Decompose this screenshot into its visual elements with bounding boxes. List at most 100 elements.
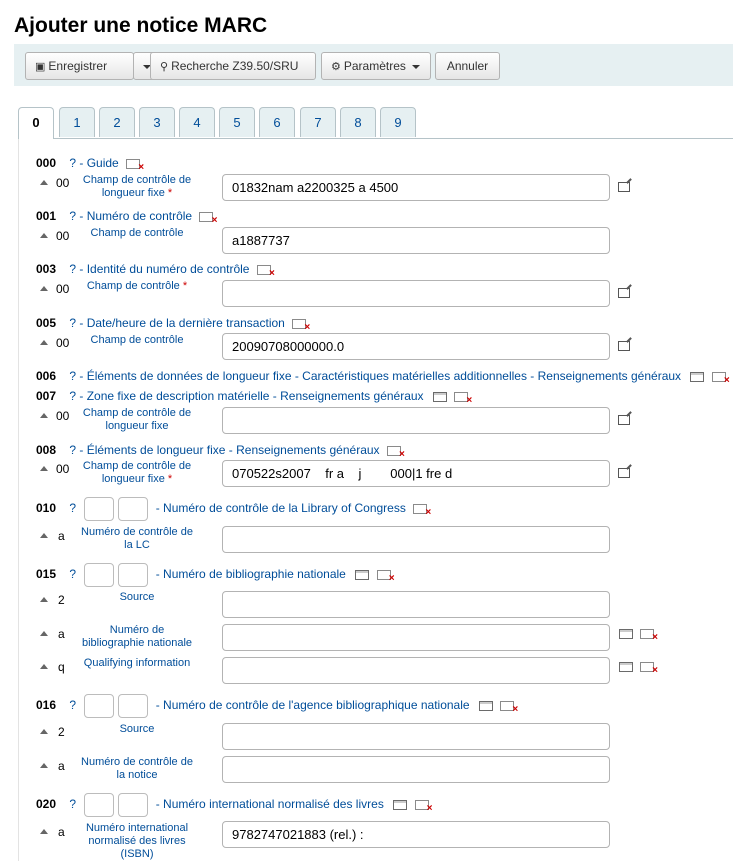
move-up-icon[interactable] xyxy=(40,729,48,734)
help-link[interactable]: ? xyxy=(69,567,76,581)
subfield-input[interactable] xyxy=(222,591,610,618)
repeat-field-icon[interactable] xyxy=(690,371,705,382)
edit-icon[interactable] xyxy=(618,341,630,351)
subfield-input[interactable] xyxy=(222,624,610,651)
move-up-icon[interactable] xyxy=(40,340,48,345)
indicator-2-input[interactable] xyxy=(118,496,149,521)
move-up-icon[interactable] xyxy=(40,533,48,538)
move-up-icon[interactable] xyxy=(40,413,48,418)
tab-2[interactable]: 2 xyxy=(99,107,135,137)
edit-icon[interactable] xyxy=(618,415,630,425)
tab-9[interactable]: 9 xyxy=(380,107,416,137)
move-up-icon[interactable] xyxy=(40,286,48,291)
subfield-code: a xyxy=(58,627,65,641)
field-010: 010 ? - Numéro de contrôle de la Library… xyxy=(36,495,431,521)
repeat-field-icon[interactable] xyxy=(355,569,370,580)
move-up-icon[interactable] xyxy=(40,233,48,238)
move-up-icon[interactable] xyxy=(40,631,48,636)
repeat-field-icon[interactable] xyxy=(478,700,493,711)
indicator-1-input[interactable] xyxy=(84,562,115,587)
field-description[interactable]: - Éléments de longueur fixe - Renseignem… xyxy=(79,443,379,457)
tab-7[interactable]: 7 xyxy=(300,107,336,137)
subfield-input[interactable] xyxy=(222,723,610,750)
move-up-icon[interactable] xyxy=(40,597,48,602)
tab-4[interactable]: 4 xyxy=(179,107,215,137)
field-description[interactable]: - Numéro de bibliographie nationale xyxy=(156,567,346,581)
help-link[interactable]: ? xyxy=(69,156,76,170)
subfield-input[interactable] xyxy=(222,407,610,434)
help-link[interactable]: ? xyxy=(69,209,76,223)
help-link[interactable]: ? xyxy=(69,698,76,712)
field-description[interactable]: - Numéro de contrôle de l'agence bibliog… xyxy=(156,698,470,712)
field-description[interactable]: - Numéro de contrôle xyxy=(79,209,192,223)
remove-field-icon[interactable] xyxy=(256,264,275,279)
subfield-input[interactable] xyxy=(222,526,610,553)
field-description[interactable]: - Date/heure de la dernière transaction xyxy=(79,316,284,330)
indicator-1-input[interactable] xyxy=(84,496,115,521)
tab-5[interactable]: 5 xyxy=(219,107,255,137)
tab-6[interactable]: 6 xyxy=(259,107,295,137)
move-up-icon[interactable] xyxy=(40,763,48,768)
help-link[interactable]: ? xyxy=(69,369,76,383)
subfield-input[interactable] xyxy=(222,657,610,684)
remove-field-icon[interactable] xyxy=(454,391,472,406)
help-link[interactable]: ? xyxy=(69,262,76,276)
edit-icon[interactable] xyxy=(618,182,630,192)
indicator-2-input[interactable] xyxy=(118,562,149,587)
remove-field-icon[interactable] xyxy=(199,211,217,226)
tab-1[interactable]: 1 xyxy=(59,107,95,137)
help-link[interactable]: ? xyxy=(69,443,76,457)
indicator-1-input[interactable] xyxy=(84,792,115,817)
remove-field-icon[interactable] xyxy=(500,700,518,715)
repeat-subfield-icon[interactable] xyxy=(619,661,633,672)
subfield-input[interactable]: 01832nam a2200325 a 4500 xyxy=(222,174,610,201)
field-description[interactable]: - Numéro international normalisé des liv… xyxy=(156,797,384,811)
subfield-input[interactable] xyxy=(222,280,610,307)
move-up-icon[interactable] xyxy=(40,829,48,834)
field-description[interactable]: - Numéro de contrôle de la Library of Co… xyxy=(156,501,406,515)
indicator-1-input[interactable] xyxy=(84,693,115,718)
field-description[interactable]: - Guide xyxy=(79,156,118,170)
subfield-input[interactable]: 070522s2007 fr a j 000|1 fre d xyxy=(222,460,610,487)
move-up-icon[interactable] xyxy=(40,180,48,185)
z3950-search-button[interactable]: ⚲ Recherche Z39.50/SRU xyxy=(150,52,316,80)
edit-icon[interactable] xyxy=(618,468,630,478)
edit-icon[interactable] xyxy=(618,288,630,298)
field-tag: 006 xyxy=(36,369,57,383)
indicator-2-input[interactable] xyxy=(118,693,149,718)
subfield-input[interactable] xyxy=(222,756,610,783)
repeat-field-icon[interactable] xyxy=(432,391,447,402)
settings-button[interactable]: ⚙ Paramètres xyxy=(321,52,431,80)
field-description[interactable]: - Identité du numéro de contrôle xyxy=(79,262,249,276)
field-description[interactable]: - Zone fixe de description matérielle - … xyxy=(79,389,423,403)
tab-3[interactable]: 3 xyxy=(139,107,175,137)
remove-field-icon[interactable] xyxy=(386,445,405,460)
subfield-code: 2 xyxy=(58,593,65,607)
help-link[interactable]: ? xyxy=(69,501,76,515)
remove-field-icon[interactable] xyxy=(126,158,144,173)
remove-field-icon[interactable] xyxy=(414,799,432,814)
move-up-icon[interactable] xyxy=(40,664,48,669)
subfield-input[interactable]: 9782747021883 (rel.) : xyxy=(222,821,610,848)
repeat-field-icon[interactable] xyxy=(393,799,408,810)
move-up-icon[interactable] xyxy=(40,466,48,471)
subfield-input[interactable]: 20090708000000.0 xyxy=(222,333,610,360)
field-description[interactable]: - Éléments de données de longueur fixe -… xyxy=(79,369,681,383)
subfield-input[interactable]: a1887737 xyxy=(222,227,610,254)
indicator-2-input[interactable] xyxy=(118,792,149,817)
help-link[interactable]: ? xyxy=(69,389,76,403)
help-link[interactable]: ? xyxy=(69,316,76,330)
remove-subfield-icon[interactable] xyxy=(640,628,658,643)
remove-field-icon[interactable] xyxy=(292,318,310,333)
remove-field-icon[interactable] xyxy=(376,569,395,584)
remove-field-icon[interactable] xyxy=(413,503,431,518)
help-link[interactable]: ? xyxy=(69,797,76,811)
remove-field-icon[interactable] xyxy=(711,371,730,386)
subfield-code: 00 xyxy=(56,229,70,243)
cancel-button[interactable]: Annuler xyxy=(435,52,500,80)
tab-8[interactable]: 8 xyxy=(340,107,376,137)
tab-0[interactable]: 0 xyxy=(18,107,54,139)
save-button[interactable]: ▣ Enregistrer xyxy=(25,52,134,80)
repeat-subfield-icon[interactable] xyxy=(619,628,633,639)
remove-subfield-icon[interactable] xyxy=(640,661,658,676)
